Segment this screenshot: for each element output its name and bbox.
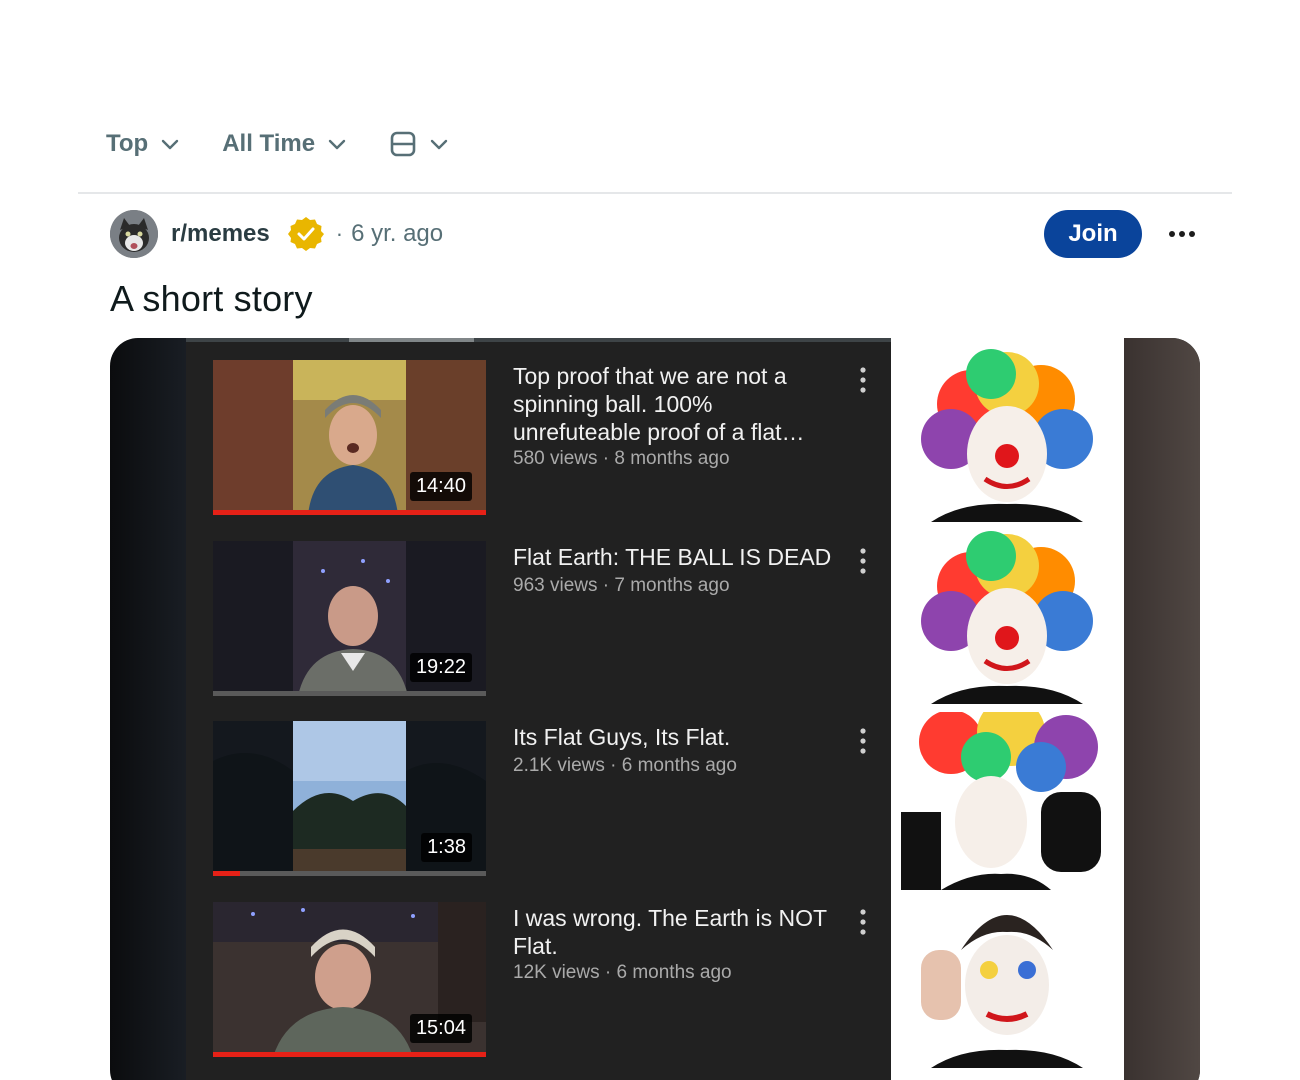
watch-progress-bar	[213, 871, 486, 876]
kebab-menu-icon[interactable]	[859, 366, 867, 394]
video-thumbnail: 1:38	[213, 721, 486, 876]
watch-progress-bar	[213, 691, 486, 696]
clown-panel	[891, 712, 1124, 890]
video-thumbnail: 14:40	[213, 360, 486, 515]
video-duration: 14:40	[409, 472, 472, 501]
video-meta: 2.1K views · 6 months ago	[513, 755, 737, 776]
kebab-menu-icon[interactable]	[859, 727, 867, 755]
verified-badge-icon	[287, 217, 324, 251]
youtube-video-list: 14:40 Top proof that we are not a spinni…	[186, 338, 891, 1080]
post-title[interactable]: A short story	[110, 278, 313, 320]
clown-meme-column	[891, 338, 1124, 1080]
kebab-menu-icon[interactable]	[859, 547, 867, 575]
clown-makeup-image	[891, 890, 1124, 1068]
video-duration: 15:04	[409, 1014, 472, 1043]
meta-separator: ·	[335, 221, 344, 246]
chevron-down-icon	[328, 139, 346, 150]
youtube-top-indicator	[186, 338, 891, 342]
video-item[interactable]: 15:04 I was wrong. The Earth is NOT Flat…	[213, 902, 866, 1057]
more-options-button[interactable]	[1162, 216, 1202, 252]
subreddit-avatar[interactable]	[110, 210, 158, 258]
sort-top-dropdown[interactable]: Top	[106, 130, 180, 158]
video-meta: 12K views · 6 months ago	[513, 962, 732, 983]
video-duration: 1:38	[421, 833, 472, 862]
watch-progress-fill	[213, 871, 241, 876]
join-button[interactable]: Join	[1044, 210, 1142, 258]
video-item[interactable]: 19:22 Flat Earth: THE BALL IS DEAD 963 v…	[213, 541, 866, 696]
video-meta: 963 views · 7 months ago	[513, 575, 730, 596]
clown-wig-image	[891, 712, 1124, 890]
cat-avatar-icon	[110, 210, 158, 258]
full-clown-image	[891, 526, 1124, 704]
video-thumbnail: 19:22	[213, 541, 486, 696]
video-title[interactable]: Its Flat Guys, Its Flat.	[513, 723, 843, 751]
video-title[interactable]: I was wrong. The Earth is NOT Flat.	[513, 904, 843, 960]
time-range-label: All Time	[222, 130, 316, 157]
watch-progress-fill	[213, 1052, 486, 1057]
video-thumbnail: 15:04	[213, 902, 486, 1057]
layout-card-icon	[390, 131, 416, 157]
video-item[interactable]: 14:40 Top proof that we are not a spinni…	[213, 360, 866, 515]
view-mode-dropdown[interactable]	[389, 130, 449, 158]
clown-panel	[891, 526, 1124, 704]
post-header: r/memes · 6 yr. ago Join	[110, 210, 1200, 258]
watch-progress-fill	[213, 510, 486, 515]
ellipsis-icon	[1169, 231, 1195, 237]
clown-panel	[891, 344, 1124, 522]
post-media[interactable]: 14:40 Top proof that we are not a spinni…	[110, 338, 1200, 1080]
watch-progress-bar	[213, 1052, 486, 1057]
video-duration: 19:22	[409, 653, 472, 682]
chevron-down-icon	[430, 139, 448, 150]
video-title[interactable]: Top proof that we are not a spinning bal…	[513, 362, 843, 446]
video-title[interactable]: Flat Earth: THE BALL IS DEAD	[513, 543, 843, 571]
clown-panel	[891, 890, 1124, 1068]
sort-top-label: Top	[106, 130, 149, 157]
watch-progress-bar	[213, 510, 486, 515]
feed-divider	[78, 192, 1232, 194]
kebab-menu-icon[interactable]	[859, 908, 867, 936]
time-range-dropdown[interactable]: All Time	[222, 130, 347, 158]
subreddit-name[interactable]: r/memes	[171, 220, 270, 248]
post-age: 6 yr. ago	[351, 220, 444, 247]
chevron-down-icon	[162, 139, 179, 150]
full-clown-image	[891, 344, 1124, 522]
video-item[interactable]: 1:38 Its Flat Guys, Its Flat. 2.1K views…	[213, 721, 866, 876]
video-meta: 580 views · 8 months ago	[513, 448, 730, 469]
media-edge	[1124, 338, 1200, 1080]
sort-bar: Top All Time	[106, 124, 491, 164]
